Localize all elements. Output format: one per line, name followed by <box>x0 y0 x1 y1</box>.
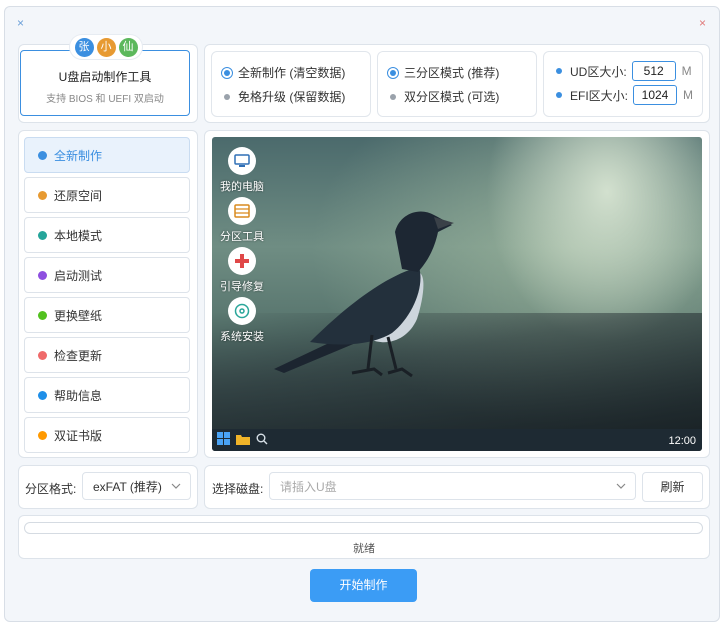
make-mode-upgrade[interactable]: 免格升级 (保留数据) <box>221 88 345 105</box>
disk-placeholder: 请插入U盘 <box>280 479 337 494</box>
app-subtitle: 支持 BIOS 和 UEFI 双启动 <box>46 94 164 105</box>
sidebar-dot-icon <box>38 190 47 200</box>
sidebar-item-label: 检查更新 <box>54 348 103 363</box>
sidebar-dot-icon <box>38 310 47 320</box>
progress-bar <box>24 522 703 534</box>
disk-label: 选择磁盘: <box>212 482 264 496</box>
start-button[interactable]: 开始制作 <box>310 569 417 602</box>
partition-mode-three[interactable]: 三分区模式 (推荐) <box>387 64 499 81</box>
sidebar-item-help[interactable]: 帮助信息 <box>24 377 190 413</box>
sidebar-item-dual-cert[interactable]: 双证书版 <box>24 417 190 453</box>
desktop-icon-boot-repair[interactable]: 引导修复 <box>220 247 264 294</box>
sidebar-dot-icon <box>38 230 47 240</box>
sidebar-item-new[interactable]: 全新制作 <box>24 137 190 173</box>
sidebar-item-local[interactable]: 本地模式 <box>24 217 190 253</box>
badge-zhang: 张 <box>74 37 94 57</box>
left-close-icon[interactable]: × <box>17 17 24 29</box>
desktop-icon-install[interactable]: 系统安装 <box>220 297 264 344</box>
partition-mode-group <box>377 51 537 117</box>
ud-size-row: UD区大小: 512 M <box>556 61 692 81</box>
taskbar-clock: 12:00 <box>668 435 696 447</box>
bullet-icon <box>556 68 562 74</box>
radio-selected[interactable] <box>387 66 399 79</box>
ud-size-input[interactable]: 512 <box>631 61 676 81</box>
chevron-down-icon <box>616 483 626 489</box>
author-badges: 张 小 仙 <box>70 35 142 59</box>
desktop-icon-label: 引导修复 <box>220 281 264 293</box>
radio-unselected[interactable] <box>224 93 230 100</box>
folder-icon <box>236 433 250 448</box>
partition-mode-two[interactable]: 双分区模式 (可选) <box>387 88 499 105</box>
desktop-icon-label: 分区工具 <box>220 231 264 243</box>
efi-size-unit: M <box>683 88 694 102</box>
boot-repair-icon <box>228 247 256 275</box>
ud-size-unit: M <box>681 64 692 78</box>
badge-xian: 仙 <box>118 37 138 57</box>
desktop-icon-label: 系统安装 <box>220 331 264 343</box>
preview-taskbar: 12:00 <box>212 429 702 451</box>
efi-size-row: EFI区大小: 1024 M <box>556 85 693 105</box>
desktop-icon-label: 我的电脑 <box>220 181 264 193</box>
desktop-icon-computer[interactable]: 我的电脑 <box>220 147 264 194</box>
partition-mode-two-label: 双分区模式 (可选) <box>404 90 500 104</box>
radio-selected[interactable] <box>221 66 233 79</box>
sidebar-item-label: 更换壁纸 <box>54 308 103 323</box>
make-mode-new-label: 全新制作 (清空数据) <box>238 66 346 80</box>
sidebar-dot-icon <box>38 270 47 280</box>
sidebar-item-label: 启动测试 <box>54 268 103 283</box>
start-menu-icon <box>217 432 230 448</box>
sidebar-item-boot-test[interactable]: 启动测试 <box>24 257 190 293</box>
sidebar-item-label: 帮助信息 <box>54 388 103 403</box>
refresh-button[interactable]: 刷新 <box>642 472 703 502</box>
app-title: U盘启动制作工具 <box>58 70 152 84</box>
partition-tool-icon <box>228 197 256 225</box>
radio-unselected[interactable] <box>390 93 396 100</box>
sidebar-dot-icon <box>38 150 47 160</box>
sidebar-item-wallpaper[interactable]: 更换壁纸 <box>24 297 190 333</box>
format-value: exFAT (推荐) <box>93 479 162 494</box>
ud-size-label: UD区大小: <box>570 64 627 79</box>
sidebar-dot-icon <box>38 430 47 440</box>
desktop-icon-partition[interactable]: 分区工具 <box>220 197 264 244</box>
crow-image <box>274 211 454 378</box>
sidebar-item-label: 还原空间 <box>54 188 103 203</box>
chevron-down-icon <box>171 483 181 489</box>
sidebar-item-restore[interactable]: 还原空间 <box>24 177 190 213</box>
bullet-icon <box>556 92 562 98</box>
make-mode-group <box>211 51 371 117</box>
disk-select[interactable]: 请插入U盘 <box>269 472 636 500</box>
disc-install-icon <box>228 297 256 325</box>
computer-icon <box>228 147 256 175</box>
make-mode-upgrade-label: 免格升级 (保留数据) <box>238 90 346 104</box>
close-icon[interactable]: × <box>699 17 706 29</box>
format-select[interactable]: exFAT (推荐) <box>82 472 191 500</box>
wallpaper-preview: 我的电脑 分区工具 引导修复 系统安装 12:00 <box>212 137 702 451</box>
sidebar-item-label: 本地模式 <box>54 228 103 243</box>
status-text: 就绪 <box>353 543 375 555</box>
format-label: 分区格式: <box>25 482 77 496</box>
badge-xiao: 小 <box>96 37 116 57</box>
efi-size-label: EFI区大小: <box>570 88 629 103</box>
sidebar-dot-icon <box>38 390 47 400</box>
partition-mode-three-label: 三分区模式 (推荐) <box>404 66 500 80</box>
make-mode-new[interactable]: 全新制作 (清空数据) <box>221 64 345 81</box>
sidebar-item-label: 双证书版 <box>54 428 103 443</box>
sidebar-dot-icon <box>38 350 47 360</box>
sidebar-item-label: 全新制作 <box>54 148 103 163</box>
efi-size-input[interactable]: 1024 <box>633 85 678 105</box>
sidebar-item-update[interactable]: 检查更新 <box>24 337 190 373</box>
logo-card: U盘启动制作工具 支持 BIOS 和 UEFI 双启动 <box>20 50 190 116</box>
search-icon <box>256 433 268 448</box>
